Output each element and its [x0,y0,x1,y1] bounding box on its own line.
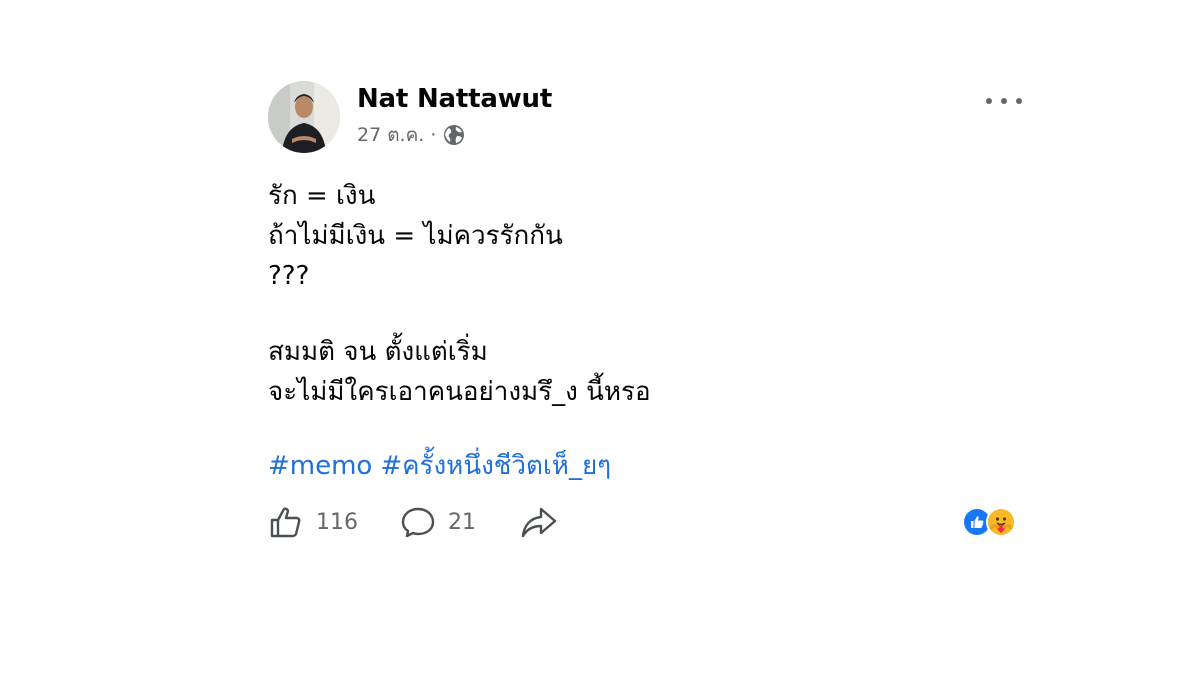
hashtags: #memo #ครั้งหนึ่งชีวิตเห็_ยๆ [268,446,611,486]
facebook-post: Nat Nattawut 27 ต.ค. · รัก = เงิน ถ้าไม่… [268,78,1028,558]
thumbs-up-icon [270,507,301,538]
more-dot [1016,98,1022,104]
meta-separator: · [430,124,437,146]
like-count: 116 [316,509,358,535]
share-button[interactable] [520,502,570,542]
more-dot [1001,98,1007,104]
comment-count: 21 [448,509,476,535]
author-name[interactable]: Nat Nattawut [357,84,552,114]
comment-button[interactable]: 21 [400,502,476,542]
post-actions: 116 21 [268,502,1028,542]
share-icon [521,507,557,538]
comment-icon [401,507,435,538]
hashtag-link[interactable]: #ครั้งหนึ่งชีวิตเห็_ยๆ [380,451,611,481]
avatar[interactable] [268,81,340,153]
post-body-line: รัก = เงิน [268,181,376,211]
post-body-line: จะไม่มีใครเอาคนอย่างมรึ_ง นี้หรอ [268,377,651,407]
like-button[interactable]: 116 [268,502,358,542]
post-date[interactable]: 27 ต.ค. [357,120,424,150]
hashtag-link[interactable]: #memo [268,451,372,481]
post-body-line: สมมติ จน ตั้งแต่เริ่ม [268,337,488,367]
post-body-line: ถ้าไม่มีเงิน = ไม่ควรรักกัน [268,221,563,251]
globe-icon [442,123,466,147]
post-meta: 27 ต.ค. · [357,122,466,148]
more-options-button[interactable] [986,88,1022,114]
care-reaction-icon [986,507,1016,537]
post-body-line: ??? [268,261,310,291]
reaction-summary[interactable] [962,506,1016,538]
more-dot [986,98,992,104]
post-body: รัก = เงิน ถ้าไม่มีเงิน = ไม่ควรรักกัน ?… [268,176,988,412]
